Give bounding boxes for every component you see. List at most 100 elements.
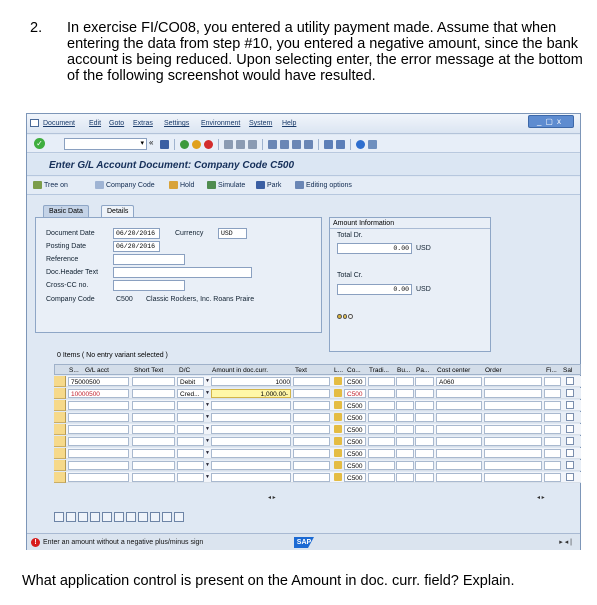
short-text-cell[interactable] (132, 389, 175, 398)
row-checkbox[interactable] (566, 401, 574, 409)
menu-icon[interactable] (30, 119, 39, 127)
print-icon[interactable] (224, 139, 233, 149)
order-cell[interactable] (484, 401, 542, 410)
cost-center-cell[interactable] (436, 401, 482, 410)
last-page-icon[interactable] (304, 139, 313, 149)
partner-cell[interactable] (415, 401, 434, 410)
row-selector[interactable] (54, 388, 66, 399)
order-cell[interactable] (484, 389, 542, 398)
delete-row-icon[interactable] (114, 512, 124, 522)
row-selector[interactable] (54, 460, 66, 471)
fi-cell[interactable] (544, 437, 561, 446)
back-icon[interactable] (180, 139, 189, 149)
col-gl-account[interactable]: G/L acct (85, 367, 129, 374)
menu-settings[interactable]: Settings (164, 120, 189, 127)
trading-partner-cell[interactable] (368, 461, 395, 470)
company-code-cell[interactable]: C500 (344, 389, 366, 398)
gl-account-cell[interactable] (68, 401, 129, 410)
company-code-lookup-icon[interactable] (334, 437, 342, 445)
col-amount-doc-curr[interactable]: Amount in doc.curr. (212, 367, 292, 374)
fi-cell[interactable] (544, 473, 561, 482)
amount-doc-curr-cell[interactable] (211, 449, 291, 458)
insert-row-icon[interactable] (102, 512, 112, 522)
dc-dropdown-cell[interactable]: Debit (177, 377, 204, 386)
short-text-cell[interactable] (132, 377, 175, 386)
text-cell[interactable] (293, 401, 330, 410)
menu-environment[interactable]: Environment (201, 120, 240, 127)
col-pa[interactable]: Pa... (416, 367, 432, 374)
fi-cell[interactable] (544, 401, 561, 410)
business-area-cell[interactable] (396, 377, 414, 386)
company-code-lookup-icon[interactable] (334, 449, 342, 457)
dc-dropdown-cell[interactable]: Cred... (177, 389, 204, 398)
company-code-cell[interactable]: C500 (344, 425, 366, 434)
amount-doc-curr-cell[interactable] (211, 437, 291, 446)
partner-cell[interactable] (415, 413, 434, 422)
menu-help[interactable]: Help (282, 120, 296, 127)
trading-partner-cell[interactable] (368, 401, 395, 410)
row-checkbox[interactable] (566, 473, 574, 481)
gl-account-cell[interactable]: 10000500 (68, 389, 129, 398)
partner-cell[interactable] (415, 389, 434, 398)
fi-cell[interactable] (544, 425, 561, 434)
amount-doc-curr-cell[interactable] (211, 461, 291, 470)
row-checkbox[interactable] (566, 461, 574, 469)
trading-partner-cell[interactable] (368, 437, 395, 446)
zoom-icon[interactable] (54, 512, 64, 522)
dc-dropdown-arrow-icon[interactable]: ▼ (205, 378, 210, 384)
company-code-lookup-icon[interactable] (334, 401, 342, 409)
menu-document[interactable]: Document (43, 120, 75, 127)
text-cell[interactable] (293, 389, 330, 398)
trading-partner-cell[interactable] (368, 377, 395, 386)
order-cell[interactable] (484, 413, 542, 422)
reference-field[interactable] (113, 254, 185, 265)
partner-cell[interactable] (415, 437, 434, 446)
row-selector[interactable] (54, 412, 66, 423)
company-code-button[interactable]: Company Code (95, 181, 155, 189)
dc-dropdown-cell[interactable] (177, 413, 204, 422)
dc-dropdown-cell[interactable] (177, 461, 204, 470)
select-all-icon[interactable] (66, 512, 76, 522)
short-text-cell[interactable] (132, 413, 175, 422)
cost-center-cell[interactable]: A060 (436, 377, 482, 386)
col-sal[interactable]: Sal (563, 367, 577, 374)
filter-icon[interactable] (174, 512, 184, 522)
gl-account-cell[interactable] (68, 449, 129, 458)
short-text-cell[interactable] (132, 401, 175, 410)
cost-center-cell[interactable] (436, 473, 482, 482)
trading-partner-cell[interactable] (368, 413, 395, 422)
short-text-cell[interactable] (132, 461, 175, 470)
partner-cell[interactable] (415, 425, 434, 434)
dc-dropdown-cell[interactable] (177, 449, 204, 458)
paste-icon[interactable] (150, 512, 160, 522)
gl-account-cell[interactable] (68, 425, 129, 434)
col-short-text[interactable]: Short Text (134, 367, 174, 374)
business-area-cell[interactable] (396, 401, 414, 410)
company-code-cell[interactable]: C500 (344, 449, 366, 458)
dc-dropdown-cell[interactable] (177, 437, 204, 446)
cut-icon[interactable] (138, 512, 148, 522)
cost-center-cell[interactable] (436, 461, 482, 470)
copy-row-icon[interactable] (90, 512, 100, 522)
row-selector[interactable] (54, 472, 66, 483)
cross-cc-field[interactable] (113, 280, 185, 291)
business-area-cell[interactable] (396, 413, 414, 422)
company-code-lookup-icon[interactable] (334, 425, 342, 433)
row-checkbox[interactable] (566, 437, 574, 445)
park-button[interactable]: Park (256, 181, 281, 189)
document-date-field[interactable]: 06/20/2016 (113, 228, 160, 239)
dc-dropdown-arrow-icon[interactable]: ▼ (205, 426, 210, 432)
col-cost-center[interactable]: Cost center (437, 367, 481, 374)
move-icon[interactable] (126, 512, 136, 522)
find-next-icon[interactable] (248, 139, 257, 149)
row-checkbox[interactable] (566, 425, 574, 433)
order-cell[interactable] (484, 377, 542, 386)
company-code-cell[interactable]: C500 (344, 401, 366, 410)
fi-cell[interactable] (544, 461, 561, 470)
company-code-cell[interactable]: C500 (344, 377, 366, 386)
currency-field[interactable]: USD (218, 228, 247, 239)
help-icon[interactable] (356, 139, 365, 149)
posting-date-field[interactable]: 06/20/2016 (113, 241, 160, 252)
gl-account-cell[interactable] (68, 473, 129, 482)
save-icon[interactable] (160, 139, 169, 149)
